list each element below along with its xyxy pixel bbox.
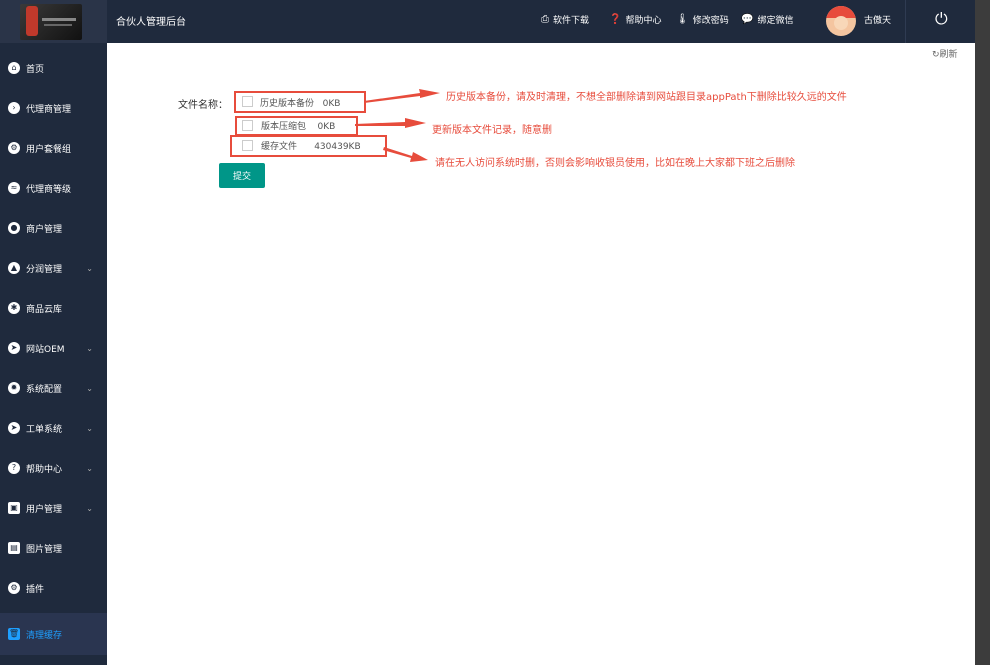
annotation-version-archive: 更新版本文件记录，随意删: [432, 125, 552, 136]
arrow-1: [364, 89, 440, 103]
scrollbar[interactable]: [975, 0, 990, 665]
annotation-history-backup: 历史版本备份，请及时清理，不想全部删除请到网站跟目录appPath下删除比较久远…: [446, 92, 847, 103]
arrow-2: [355, 118, 426, 128]
annotation-cache-files: 请在无人访问系统时删，否则会影响收银员使用，比如在晚上大家都下班之后删除: [435, 158, 795, 169]
arrow-3: [383, 147, 428, 162]
